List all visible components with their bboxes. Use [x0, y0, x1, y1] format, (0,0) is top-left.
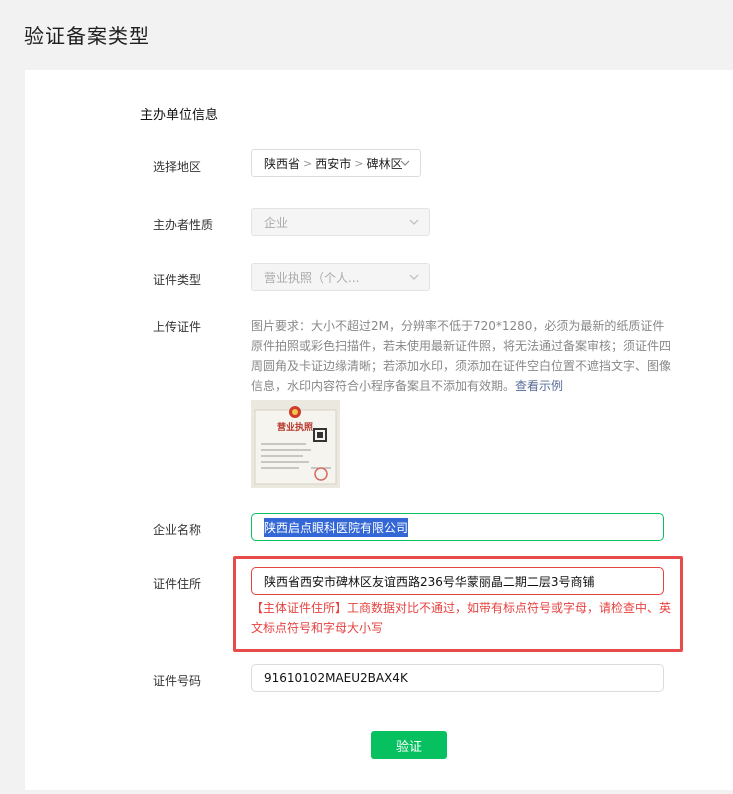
- host-type-label: 主办者性质: [153, 218, 214, 232]
- thumb-title: 营业执照: [277, 423, 314, 433]
- region-label: 选择地区: [153, 160, 202, 174]
- address-error-message: 【主体证件住所】工商数据对比不通过，如带有标点符号或字母，请检查中、英文标点符号…: [251, 601, 672, 635]
- cert-type-value: 营业执照（个人...: [264, 270, 360, 285]
- chevron-down-icon: [400, 158, 410, 168]
- region-select[interactable]: 陕西省 > 西安市 > 碑林区: [251, 149, 421, 177]
- region-separator: >: [303, 156, 313, 170]
- cert-number-label: 证件号码: [153, 674, 202, 688]
- region-separator: >: [354, 156, 364, 170]
- address-input[interactable]: 陕西省西安市碑林区友谊西路236号华蒙丽晶二期二层3号商铺: [251, 567, 664, 595]
- form-card: 主办单位信息 选择地区 陕西省 > 西安市 > 碑林区 主办者性质 企业 证件类…: [25, 70, 733, 790]
- chevron-down-icon: [409, 217, 419, 227]
- company-name-label: 企业名称: [153, 523, 202, 537]
- company-name-input[interactable]: 陕西启点眼科医院有限公司: [251, 513, 664, 541]
- upload-note: 图片要求：大小不超过2M，分辨率不低于720*1280，必须为最新的纸质证件原件…: [251, 316, 671, 396]
- license-thumbnail[interactable]: 营业执照: [251, 400, 340, 488]
- upload-label: 上传证件: [153, 320, 202, 334]
- page-title: 验证备案类型: [24, 24, 150, 48]
- region-district: 碑林区: [366, 156, 403, 171]
- view-example-link[interactable]: 查看示例: [515, 379, 563, 393]
- section-title: 主办单位信息: [140, 108, 219, 123]
- upload-note-text: 图片要求：大小不超过2M，分辨率不低于720*1280，必须为最新的纸质证件原件…: [251, 319, 672, 393]
- host-type-select: 企业: [251, 208, 430, 236]
- cert-type-label: 证件类型: [153, 273, 202, 287]
- host-type-value: 企业: [264, 215, 289, 230]
- verify-button[interactable]: 验证: [371, 731, 447, 759]
- address-label: 证件住所: [153, 577, 202, 591]
- address-value: 陕西省西安市碑林区友谊西路236号华蒙丽晶二期二层3号商铺: [264, 574, 595, 589]
- cert-type-select: 营业执照（个人...: [251, 263, 430, 291]
- company-name-value: 陕西启点眼科医院有限公司: [264, 517, 409, 537]
- region-city: 西安市: [315, 156, 352, 171]
- chevron-down-icon: [409, 272, 419, 282]
- region-province: 陕西省: [264, 156, 301, 171]
- cert-number-input[interactable]: 91610102MAEU2BAX4K: [251, 664, 664, 692]
- cert-number-value: 91610102MAEU2BAX4K: [264, 671, 408, 685]
